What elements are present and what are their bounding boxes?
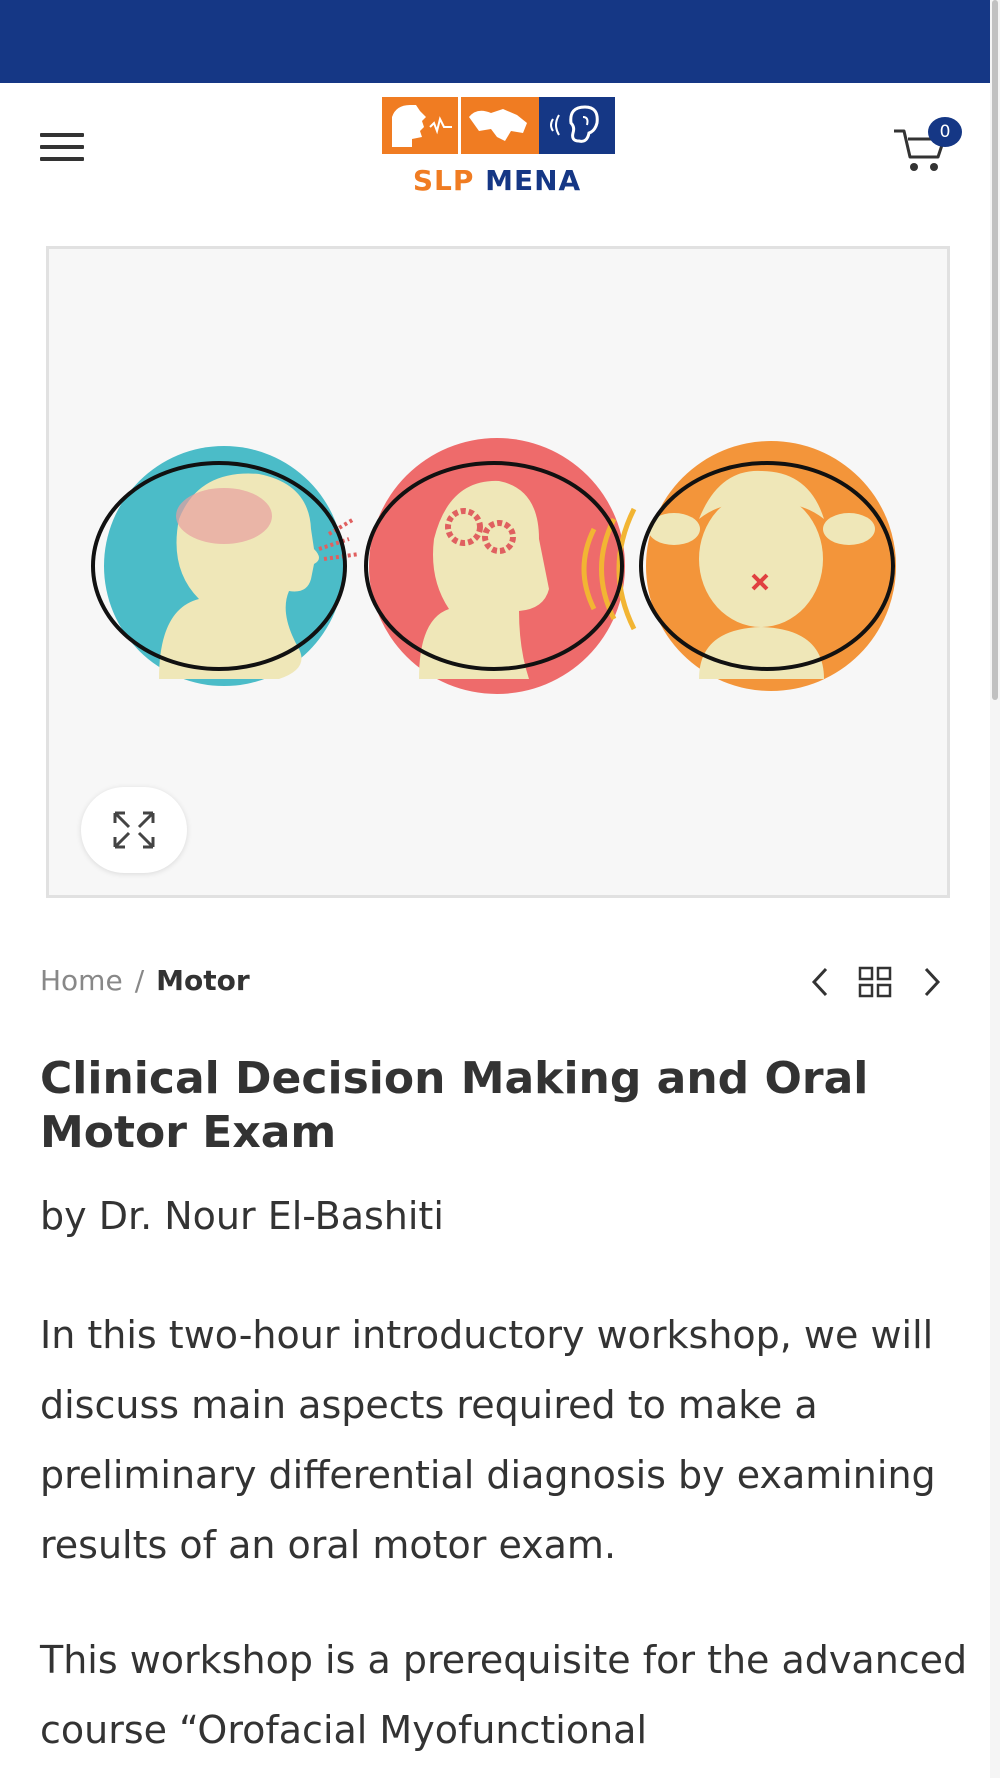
product-image[interactable] (46, 246, 950, 898)
hearing-head-icon (364, 438, 637, 694)
cart-button[interactable]: 0 (890, 115, 970, 175)
breadcrumb: Home / Motor (40, 964, 250, 997)
logo-graphic (382, 97, 615, 154)
logo-map-icon (458, 97, 539, 154)
product-description-paragraph-2: This workshop is a prerequisite for the … (40, 1638, 968, 1752)
logo-mena-text: MENA (485, 164, 582, 197)
scrollbar-thumb[interactable] (992, 0, 998, 700)
hamburger-menu-icon[interactable] (40, 133, 84, 163)
zoom-button[interactable] (81, 787, 187, 873)
product-description-paragraph-1: In this two-hour introductory workshop, … (40, 1313, 936, 1567)
chevron-left-icon[interactable] (808, 966, 832, 998)
product-illustration (91, 438, 896, 694)
product-navigation (808, 962, 958, 1002)
breadcrumb-separator: / (134, 964, 145, 997)
speech-head-icon (91, 446, 360, 686)
logo-ear-icon (539, 97, 615, 154)
logo-text: SLP MENA (382, 164, 612, 197)
logo-slp-text: SLP (412, 164, 475, 197)
logo-speaker-icon (382, 97, 458, 154)
breadcrumb-home-link[interactable]: Home (40, 964, 123, 997)
breadcrumb-current[interactable]: Motor (156, 964, 250, 997)
product-byline: by Dr. Nour El-Bashiti (40, 1194, 444, 1238)
product-title: Clinical Decision Making and Oral Motor … (40, 1053, 869, 1158)
scrollbar[interactable] (990, 0, 1000, 1778)
chevron-right-icon[interactable] (920, 966, 944, 998)
expand-icon (113, 811, 155, 849)
grid-icon[interactable] (858, 966, 892, 998)
top-bar (0, 0, 1000, 83)
cart-count-badge: 0 (928, 117, 962, 147)
child-mute-icon (639, 441, 896, 691)
site-logo[interactable]: SLP MENA (382, 97, 615, 201)
site-header: SLP MENA 0 (0, 83, 990, 213)
